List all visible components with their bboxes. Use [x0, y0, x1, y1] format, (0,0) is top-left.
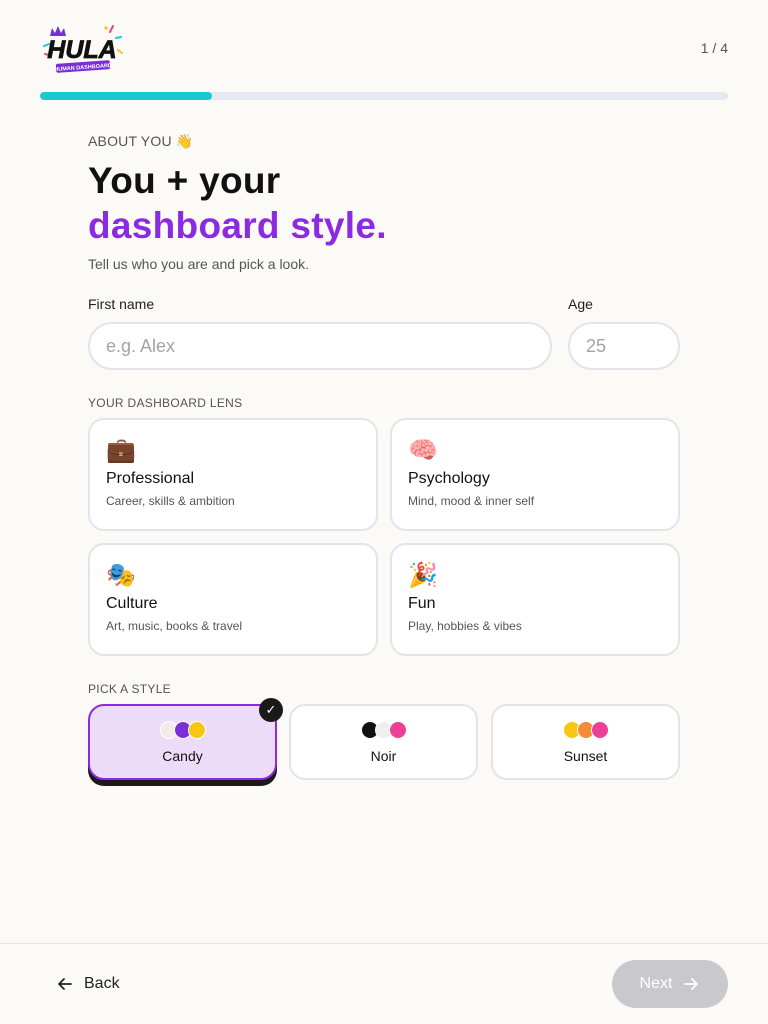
svg-text:HULA: HULA — [47, 36, 116, 64]
page-subtitle: Tell us who you are and pick a look. — [88, 256, 310, 272]
footer-nav: Back Next — [0, 943, 768, 1024]
briefcase-icon: 💼 — [106, 437, 136, 464]
style-option-name: Noir — [370, 748, 397, 764]
lens-option-description: Play, hobbies & vibes — [408, 619, 522, 633]
page-title: You + your dashboard style. — [88, 158, 680, 248]
arrow-left-icon — [58, 978, 72, 990]
lens-option-name: Culture — [106, 595, 158, 612]
color-swatches — [159, 720, 206, 740]
first-name-field: First name — [88, 296, 552, 370]
style-option-name: Candy — [162, 748, 203, 764]
style-option-sunset[interactable]: Sunset — [491, 704, 680, 780]
color-swatches — [360, 720, 407, 740]
style-option-candy[interactable]: Candy ✓ — [88, 698, 283, 780]
lens-section-title: YOUR DASHBOARD LENS — [88, 396, 243, 410]
lens-option-description: Art, music, books & travel — [106, 619, 243, 633]
first-name-label: First name — [88, 296, 155, 312]
lens-option-name: Professional — [106, 470, 195, 487]
page-title-line1: You + your — [88, 160, 281, 201]
next-button-label: Next — [639, 975, 673, 992]
lens-option-description: Mind, mood & inner self — [408, 494, 535, 508]
lens-options: 💼 Professional Career, skills & ambition… — [88, 418, 680, 656]
age-input[interactable] — [568, 322, 680, 370]
lens-option-name: Fun — [408, 595, 436, 612]
lens-option-fun[interactable]: 🎉 Fun Play, hobbies & vibes — [390, 543, 680, 656]
first-name-input[interactable] — [88, 322, 552, 370]
style-options: Candy ✓ Noir Sunset — [88, 698, 680, 794]
style-option-name: Sunset — [563, 748, 608, 764]
step-counter: 1 / 4 — [700, 40, 728, 56]
progress-bar-fill — [40, 92, 212, 100]
lens-option-professional[interactable]: 💼 Professional Career, skills & ambition — [88, 418, 378, 531]
color-swatch — [590, 721, 609, 739]
age-field: Age — [568, 296, 680, 370]
theater-masks-icon: 🎭 — [106, 562, 136, 589]
lens-option-psychology[interactable]: 🧠 Psychology Mind, mood & inner self — [390, 418, 680, 531]
hula-logo: HULA HUMAN DASHBOARD — [43, 25, 123, 73]
profile-fields: First name Age — [88, 296, 680, 376]
style-section-title: PICK A STYLE — [88, 682, 171, 696]
style-option-noir[interactable]: Noir — [289, 704, 478, 780]
color-swatches — [562, 720, 609, 740]
lens-option-culture[interactable]: 🎭 Culture Art, music, books & travel — [88, 543, 378, 656]
checkmark-icon: ✓ — [259, 698, 283, 722]
onboarding-step: ABOUT YOU 👋 You + your dashboard style. … — [88, 130, 680, 780]
next-button[interactable]: Next — [612, 960, 728, 1008]
eyebrow-label: ABOUT YOU — [88, 133, 172, 149]
color-swatch — [187, 721, 206, 739]
waving-hand-icon: 👋 — [175, 132, 194, 149]
age-label: Age — [568, 296, 593, 312]
page-title-line2: dashboard style. — [88, 205, 387, 246]
color-swatch — [388, 721, 407, 739]
back-button[interactable]: Back — [56, 972, 120, 996]
lens-option-description: Career, skills & ambition — [106, 494, 235, 508]
brain-icon: 🧠 — [408, 437, 438, 464]
party-popper-icon: 🎉 — [408, 562, 438, 589]
arrow-right-icon — [684, 978, 699, 990]
eyebrow: ABOUT YOU 👋 — [88, 130, 680, 152]
header: HULA HUMAN DASHBOARD 1 / 4 — [0, 0, 768, 90]
progress-bar — [40, 92, 728, 100]
back-button-label: Back — [84, 975, 120, 992]
lens-option-name: Psychology — [408, 470, 490, 487]
